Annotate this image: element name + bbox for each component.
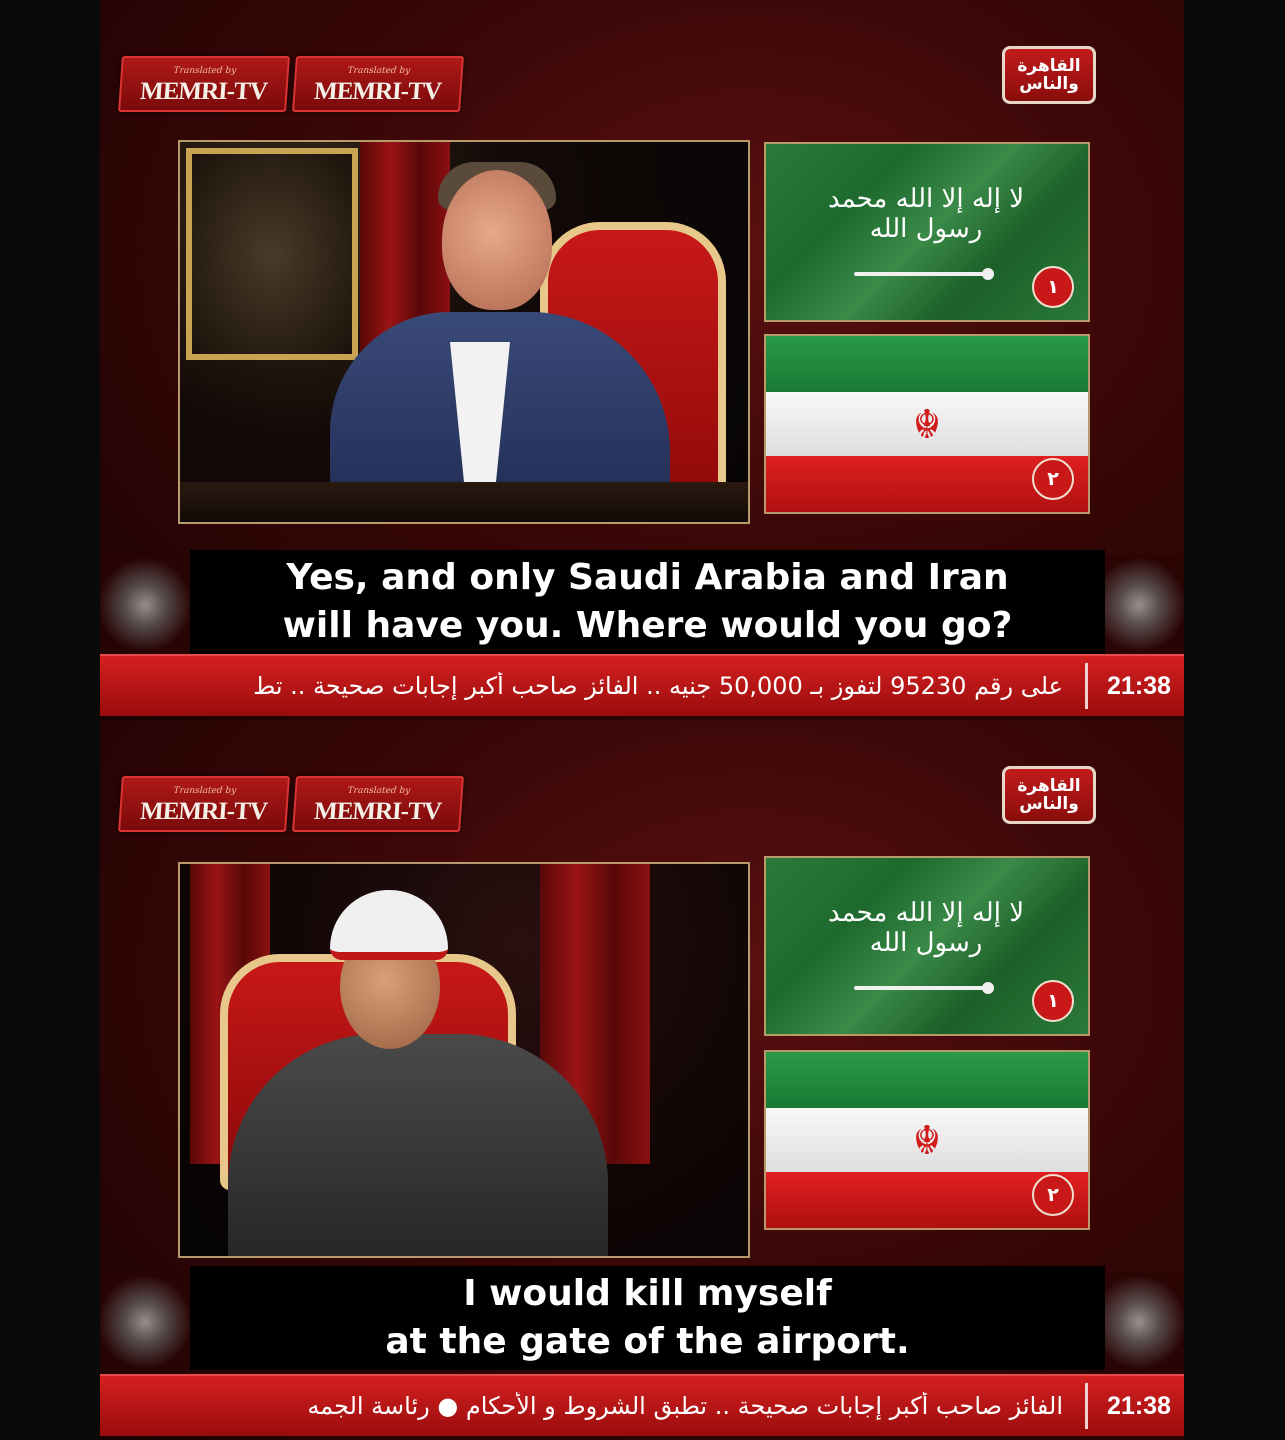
- subtitle-line: I would kill myself: [463, 1273, 832, 1314]
- subtitle-line: at the gate of the airport.: [385, 1321, 910, 1362]
- broadcast-frame-top: Translated by MEMRI-TV Translated by MEM…: [100, 0, 1184, 720]
- ticker-divider: [1085, 1383, 1088, 1429]
- option-number-badge: ٢: [1032, 458, 1074, 500]
- memri-credit-small: Translated by: [173, 786, 237, 796]
- flag-stripe-green: [766, 336, 1088, 392]
- channel-logo-line: والناس: [1019, 74, 1079, 94]
- memri-credit-big: MEMRI-TV: [139, 798, 268, 825]
- ticker-text: الفائز صاحب أكبر إجابات صحيحة .. تطبق ال…: [307, 1392, 1063, 1420]
- channel-logo-line: القاهرة: [1017, 776, 1081, 796]
- subtitle-box: I would kill myself at the gate of the a…: [190, 1266, 1105, 1370]
- broadcast-frame-bottom: Translated by MEMRI-TV Translated by MEM…: [100, 720, 1184, 1440]
- memri-watermark: Translated by MEMRI-TV Translated by MEM…: [118, 776, 464, 832]
- iran-emblem-icon: ☬: [912, 1118, 942, 1164]
- shahada-text: لا إله إلا الله محمد رسول الله: [827, 184, 1025, 244]
- option-number-badge: ١: [1032, 266, 1074, 308]
- video-feed-guest: [178, 862, 750, 1258]
- ticker-decoration-right: [1094, 555, 1184, 655]
- memri-label: Translated by MEMRI-TV: [118, 56, 290, 112]
- subtitle-box: Yes, and only Saudi Arabia and Iran will…: [190, 550, 1105, 654]
- ticker-divider: [1085, 663, 1088, 709]
- channel-logo: القاهرة والناس: [1002, 46, 1096, 104]
- channel-logo-line: القاهرة: [1017, 56, 1081, 76]
- subtitle-line: Yes, and only Saudi Arabia and Iran: [286, 557, 1009, 598]
- clock-time: 21:38: [1107, 671, 1171, 700]
- video-feed-host: [178, 140, 750, 524]
- flag-iran: ☬ ٢: [764, 1050, 1090, 1230]
- clock-time: 21:38: [1107, 1391, 1171, 1420]
- guest-turban: [330, 890, 448, 960]
- flag-iran: ☬ ٢: [764, 334, 1090, 514]
- memri-label: Translated by MEMRI-TV: [292, 776, 464, 832]
- memri-watermark: Translated by MEMRI-TV Translated by MEM…: [118, 56, 464, 112]
- background-painting: [186, 148, 358, 360]
- option-number-badge: ١: [1032, 980, 1074, 1022]
- memri-credit-small: Translated by: [347, 66, 411, 76]
- ticker-decoration-right: [1094, 1272, 1184, 1372]
- memri-credit-small: Translated by: [347, 786, 411, 796]
- news-ticker: على رقم 95230 لتفوز بـ 50,000 جنيه .. ال…: [100, 654, 1184, 716]
- sword-icon: [854, 268, 994, 280]
- memri-credit-big: MEMRI-TV: [313, 78, 442, 105]
- flag-saudi-arabia: لا إله إلا الله محمد رسول الله ١: [764, 856, 1090, 1036]
- memri-credit-small: Translated by: [173, 66, 237, 76]
- news-ticker: الفائز صاحب أكبر إجابات صحيحة .. تطبق ال…: [100, 1374, 1184, 1436]
- memri-label: Translated by MEMRI-TV: [118, 776, 290, 832]
- memri-credit-big: MEMRI-TV: [313, 798, 442, 825]
- studio-desk: [180, 482, 748, 522]
- flag-stripe-green: [766, 1052, 1088, 1108]
- option-number-badge: ٢: [1032, 1174, 1074, 1216]
- guest-robe: [228, 1034, 608, 1256]
- ticker-decoration-left: [100, 1272, 190, 1372]
- sword-icon: [854, 982, 994, 994]
- flag-saudi-arabia: لا إله إلا الله محمد رسول الله ١: [764, 142, 1090, 322]
- channel-logo: القاهرة والناس: [1002, 766, 1096, 824]
- ticker-decoration-left: [100, 555, 190, 655]
- shahada-text: لا إله إلا الله محمد رسول الله: [827, 898, 1025, 958]
- memri-label: Translated by MEMRI-TV: [292, 56, 464, 112]
- subtitle-line: will have you. Where would you go?: [282, 605, 1013, 646]
- iran-emblem-icon: ☬: [912, 402, 942, 448]
- memri-credit-big: MEMRI-TV: [139, 78, 268, 105]
- host-head: [442, 170, 552, 310]
- channel-logo-line: والناس: [1019, 794, 1079, 814]
- ticker-text: على رقم 95230 لتفوز بـ 50,000 جنيه .. ال…: [253, 672, 1063, 700]
